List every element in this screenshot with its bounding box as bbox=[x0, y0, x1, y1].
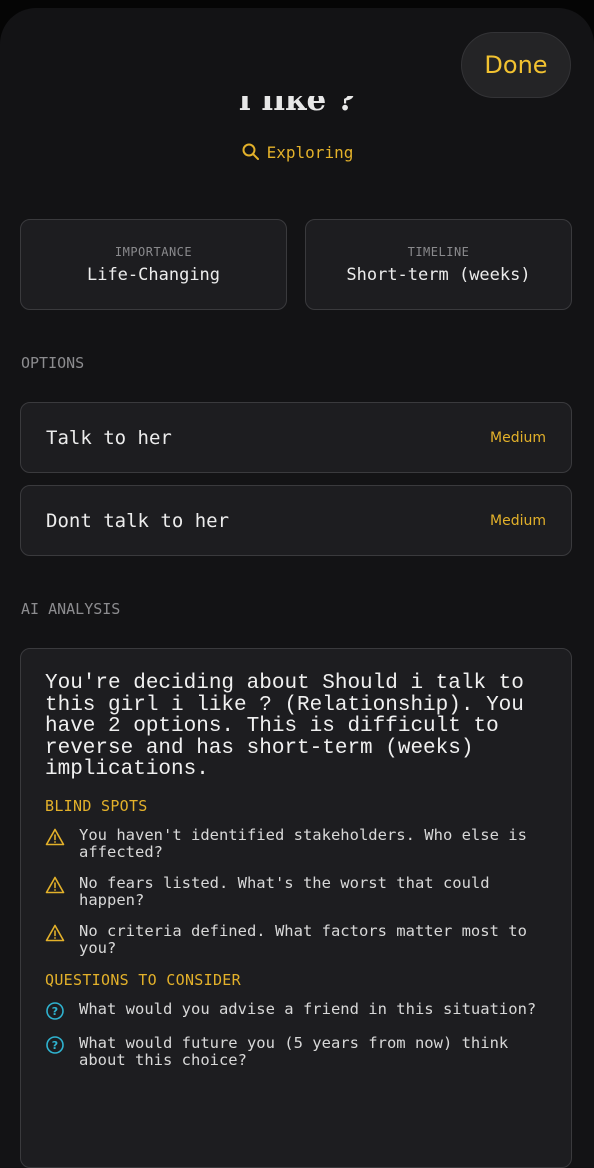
decision-title-text: i like ? bbox=[238, 96, 356, 118]
question-circle-icon: ? bbox=[46, 1035, 64, 1054]
option-item[interactable]: Dont talk to her Medium bbox=[20, 485, 572, 556]
question-item: ? What would future you (5 years from no… bbox=[45, 1033, 547, 1069]
option-rating: Medium bbox=[490, 429, 546, 446]
svg-text:?: ? bbox=[52, 1039, 58, 1052]
timeline-label: TIMELINE bbox=[407, 244, 470, 259]
questions-title: QUESTIONS TO CONSIDER bbox=[45, 970, 241, 989]
search-icon bbox=[242, 143, 259, 160]
decision-title: i like ? bbox=[0, 96, 594, 126]
blind-spot-text: No criteria defined. What factors matter… bbox=[79, 921, 527, 957]
ai-analysis-card: You're deciding about Should i talk to t… bbox=[20, 648, 572, 1168]
status-badge: Exploring bbox=[0, 142, 594, 162]
blind-spot-text: No fears listed. What's the worst that c… bbox=[79, 873, 490, 909]
importance-label: IMPORTANCE bbox=[114, 244, 193, 259]
option-name: Talk to her bbox=[46, 426, 172, 449]
importance-value: Life-Changing bbox=[86, 264, 221, 285]
option-item[interactable]: Talk to her Medium bbox=[20, 402, 572, 473]
blind-spots-title: BLIND SPOTS bbox=[45, 796, 148, 815]
blind-spot-item: No criteria defined. What factors matter… bbox=[45, 921, 547, 957]
warning-icon bbox=[45, 828, 65, 845]
question-text: What would you advise a friend in this s… bbox=[79, 999, 537, 1018]
warning-icon bbox=[45, 876, 65, 893]
svg-text:?: ? bbox=[52, 1005, 58, 1018]
done-button[interactable]: Done bbox=[461, 32, 571, 98]
timeline-value: Short-term (weeks) bbox=[346, 264, 531, 285]
decision-detail-sheet: Done i like ? Exploring IMPORTANCE Life-… bbox=[0, 8, 594, 1168]
timeline-card: TIMELINE Short-term (weeks) bbox=[305, 219, 572, 310]
question-item: ? What would you advise a friend in this… bbox=[45, 999, 547, 1021]
blind-spot-item: No fears listed. What's the worst that c… bbox=[45, 873, 547, 909]
question-text: What would future you (5 years from now)… bbox=[79, 1033, 509, 1069]
blind-spot-text: You haven't identified stakeholders. Who… bbox=[79, 825, 527, 861]
option-name: Dont talk to her bbox=[46, 509, 230, 532]
blind-spot-item: You haven't identified stakeholders. Who… bbox=[45, 825, 547, 861]
ai-analysis-section-title: AI ANALYSIS bbox=[21, 600, 121, 618]
question-circle-icon: ? bbox=[46, 1001, 64, 1020]
options-section-title: OPTIONS bbox=[21, 354, 85, 372]
analysis-summary: You're deciding about Should i talk to t… bbox=[45, 672, 524, 781]
warning-icon bbox=[45, 924, 65, 941]
option-rating: Medium bbox=[490, 512, 546, 529]
importance-card: IMPORTANCE Life-Changing bbox=[20, 219, 287, 310]
status-label: Exploring bbox=[266, 142, 354, 162]
